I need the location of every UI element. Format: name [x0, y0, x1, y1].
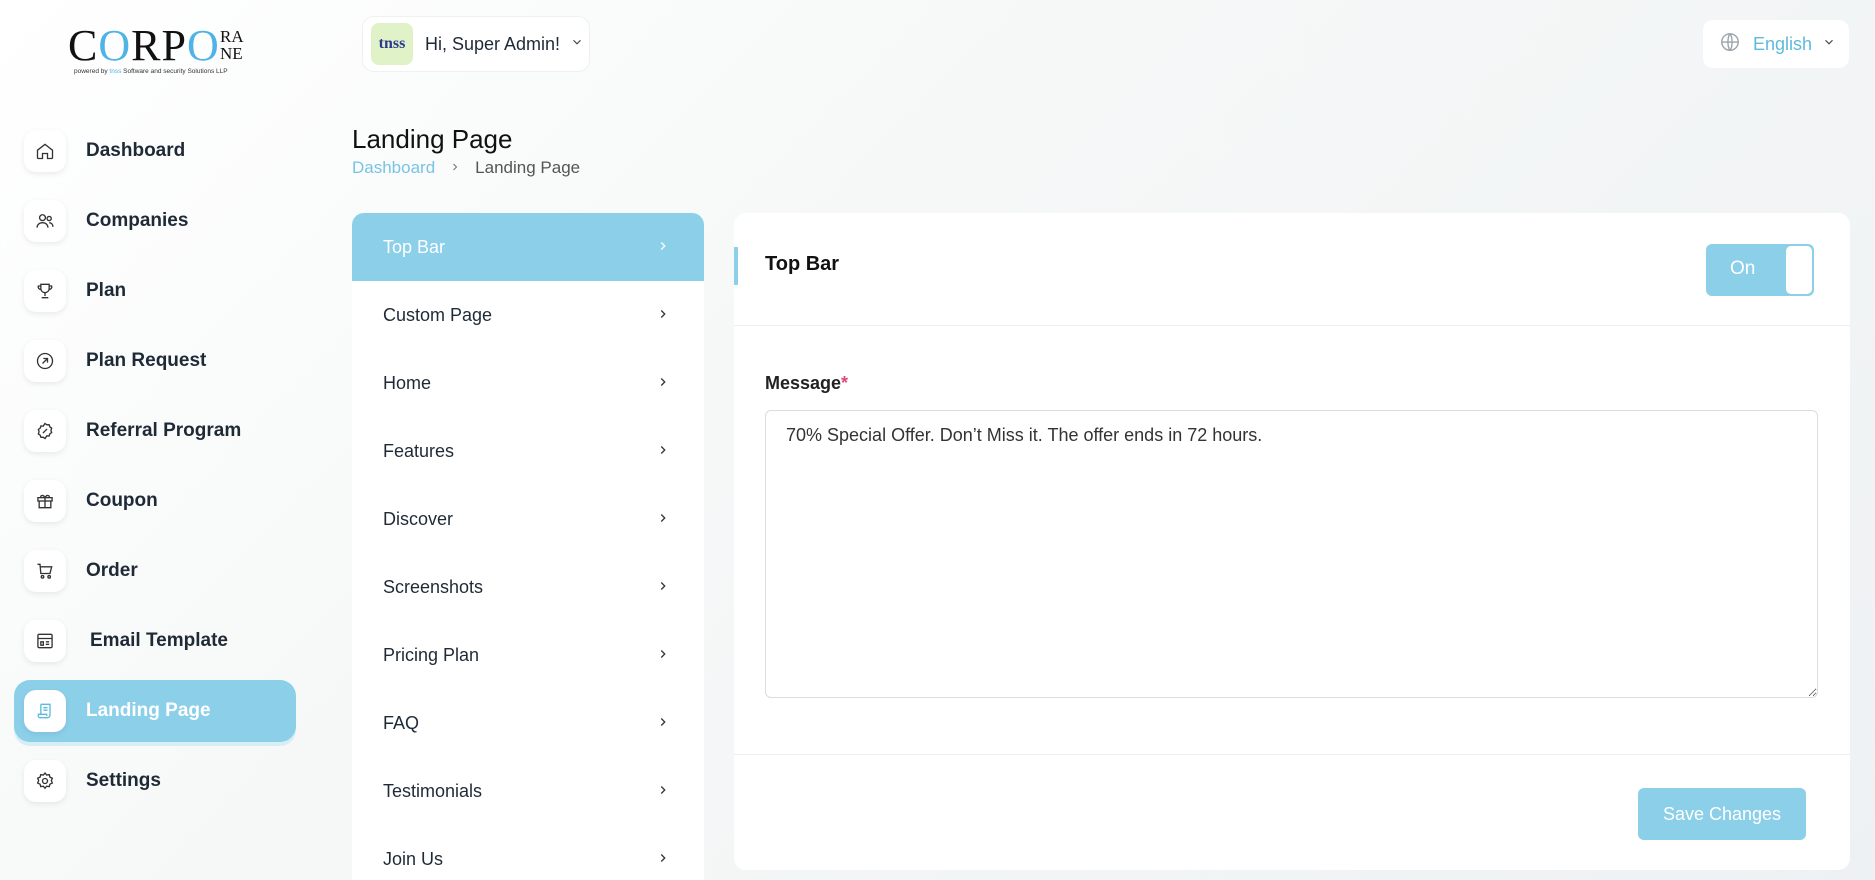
arrow-circle-icon [24, 340, 66, 382]
chevron-right-icon [656, 577, 670, 598]
save-changes-button[interactable]: Save Changes [1638, 788, 1806, 840]
chevron-down-icon [570, 35, 584, 54]
sidebar-item-label: Settings [86, 770, 161, 791]
message-textarea[interactable]: 70% Special Offer. Don’t Miss it. The of… [765, 410, 1818, 698]
breadcrumb-dashboard-link[interactable]: Dashboard [352, 158, 435, 178]
user-menu-button[interactable]: tnss Hi, Super Admin! [362, 16, 590, 72]
section-item-label: Pricing Plan [383, 644, 480, 665]
user-greeting: Hi, Super Admin! [425, 33, 561, 54]
scroll-icon [24, 690, 66, 732]
sidebar-item-coupon[interactable]: Coupon [14, 470, 296, 532]
globe-icon [1719, 31, 1741, 58]
card-header: Top Bar On [734, 213, 1850, 326]
gift-icon [24, 480, 66, 522]
chevron-right-icon [656, 373, 670, 394]
message-label: Message* [765, 373, 849, 393]
breadcrumb-current: Landing Page [475, 158, 581, 177]
trophy-icon [24, 270, 66, 312]
sidebar-item-label: Dashboard [86, 140, 186, 161]
sidebar-item-label: Plan Request [86, 350, 207, 371]
sidebar-item-label: Plan [86, 280, 127, 301]
chevron-right-icon [656, 305, 670, 326]
brand-logo[interactable]: CORPO RA NE powered by tnss Software and… [68, 22, 248, 78]
section-item-label: Discover [383, 508, 454, 529]
sidebar-item-email-template[interactable]: Email Template [14, 610, 296, 672]
section-item-label: Top Bar [383, 236, 446, 257]
sidebar-item-label: Coupon [86, 490, 158, 511]
sidebar-item-order[interactable]: Order [14, 540, 296, 602]
toggle-knob [1786, 246, 1812, 294]
section-item-label: Home [383, 372, 432, 393]
section-item-faq[interactable]: FAQ [352, 689, 704, 757]
badge-icon [24, 410, 66, 452]
page-title: Landing Page [352, 124, 513, 154]
sidebar-item-plan[interactable]: Plan [14, 260, 296, 322]
chevron-right-icon [656, 713, 670, 734]
section-item-screenshots[interactable]: Screenshots [352, 553, 704, 621]
language-selector[interactable]: English [1703, 20, 1849, 68]
sidebar: CORPO RA NE powered by tnss Software and… [0, 0, 310, 880]
sidebar-item-label: Companies [86, 210, 189, 231]
chevron-right-icon [656, 441, 670, 462]
section-item-custom-page[interactable]: Custom Page [352, 281, 704, 349]
required-mark: * [841, 373, 849, 393]
card-footer: Save Changes [734, 754, 1850, 870]
sidebar-item-referral-program[interactable]: Referral Program [14, 400, 296, 462]
section-item-join-us[interactable]: Join Us [352, 825, 704, 880]
chevron-right-icon [449, 160, 461, 177]
section-item-top-bar[interactable]: Top Bar [352, 213, 704, 281]
logo-tagline: powered by tnss Software and security So… [74, 68, 228, 75]
sidebar-item-plan-request[interactable]: Plan Request [14, 330, 296, 392]
section-item-testimonials[interactable]: Testimonials [352, 757, 704, 825]
sidebar-item-label: Referral Program [86, 420, 242, 441]
section-item-pricing-plan[interactable]: Pricing Plan [352, 621, 704, 689]
section-item-discover[interactable]: Discover [352, 485, 704, 553]
sidebar-item-companies[interactable]: Companies [14, 190, 296, 252]
section-item-label: Testimonials [383, 780, 483, 801]
gear-icon [24, 760, 66, 802]
top-bar-settings-card: Top Bar On Message* 70% Special Offer. D… [734, 213, 1850, 870]
section-item-features[interactable]: Features [352, 417, 704, 485]
sidebar-item-landing-page[interactable]: Landing Page [14, 680, 296, 742]
avatar: tnss [371, 23, 413, 65]
logo-stack: RA NE [220, 27, 244, 63]
section-item-label: Features [383, 440, 455, 461]
users-icon [24, 200, 66, 242]
chevron-right-icon [656, 237, 670, 258]
toggle-label: On [1730, 258, 1756, 279]
sidebar-item-settings[interactable]: Settings [14, 750, 296, 812]
language-label: English [1753, 33, 1813, 54]
template-icon [24, 620, 66, 662]
section-item-label: Join Us [383, 848, 444, 869]
cart-icon [24, 550, 66, 592]
section-item-label: Screenshots [383, 576, 484, 597]
sidebar-item-label: Order [86, 560, 138, 581]
chevron-right-icon [656, 781, 670, 802]
home-icon [24, 130, 66, 172]
breadcrumb: Dashboard Landing Page [352, 158, 580, 178]
logo-wordmark: CORPO [68, 21, 220, 70]
sidebar-item-dashboard[interactable]: Dashboard [14, 120, 296, 182]
section-item-label: Custom Page [383, 304, 493, 325]
card-header-accent [734, 247, 738, 285]
section-item-label: FAQ [383, 712, 420, 733]
landing-section-menu: Top Bar Custom Page Home Features Discov… [352, 213, 704, 880]
sidebar-item-label: Landing Page [86, 700, 211, 721]
card-title: Top Bar [765, 253, 840, 275]
section-item-home[interactable]: Home [352, 349, 704, 417]
chevron-right-icon [656, 509, 670, 530]
sidebar-nav: Dashboard Companies Plan Plan Request Re… [14, 120, 296, 820]
chevron-down-icon [1822, 35, 1836, 54]
sidebar-item-label: Email Template [90, 630, 228, 651]
top-bar-toggle[interactable]: On [1706, 244, 1814, 296]
chevron-right-icon [656, 849, 670, 870]
chevron-right-icon [656, 645, 670, 666]
